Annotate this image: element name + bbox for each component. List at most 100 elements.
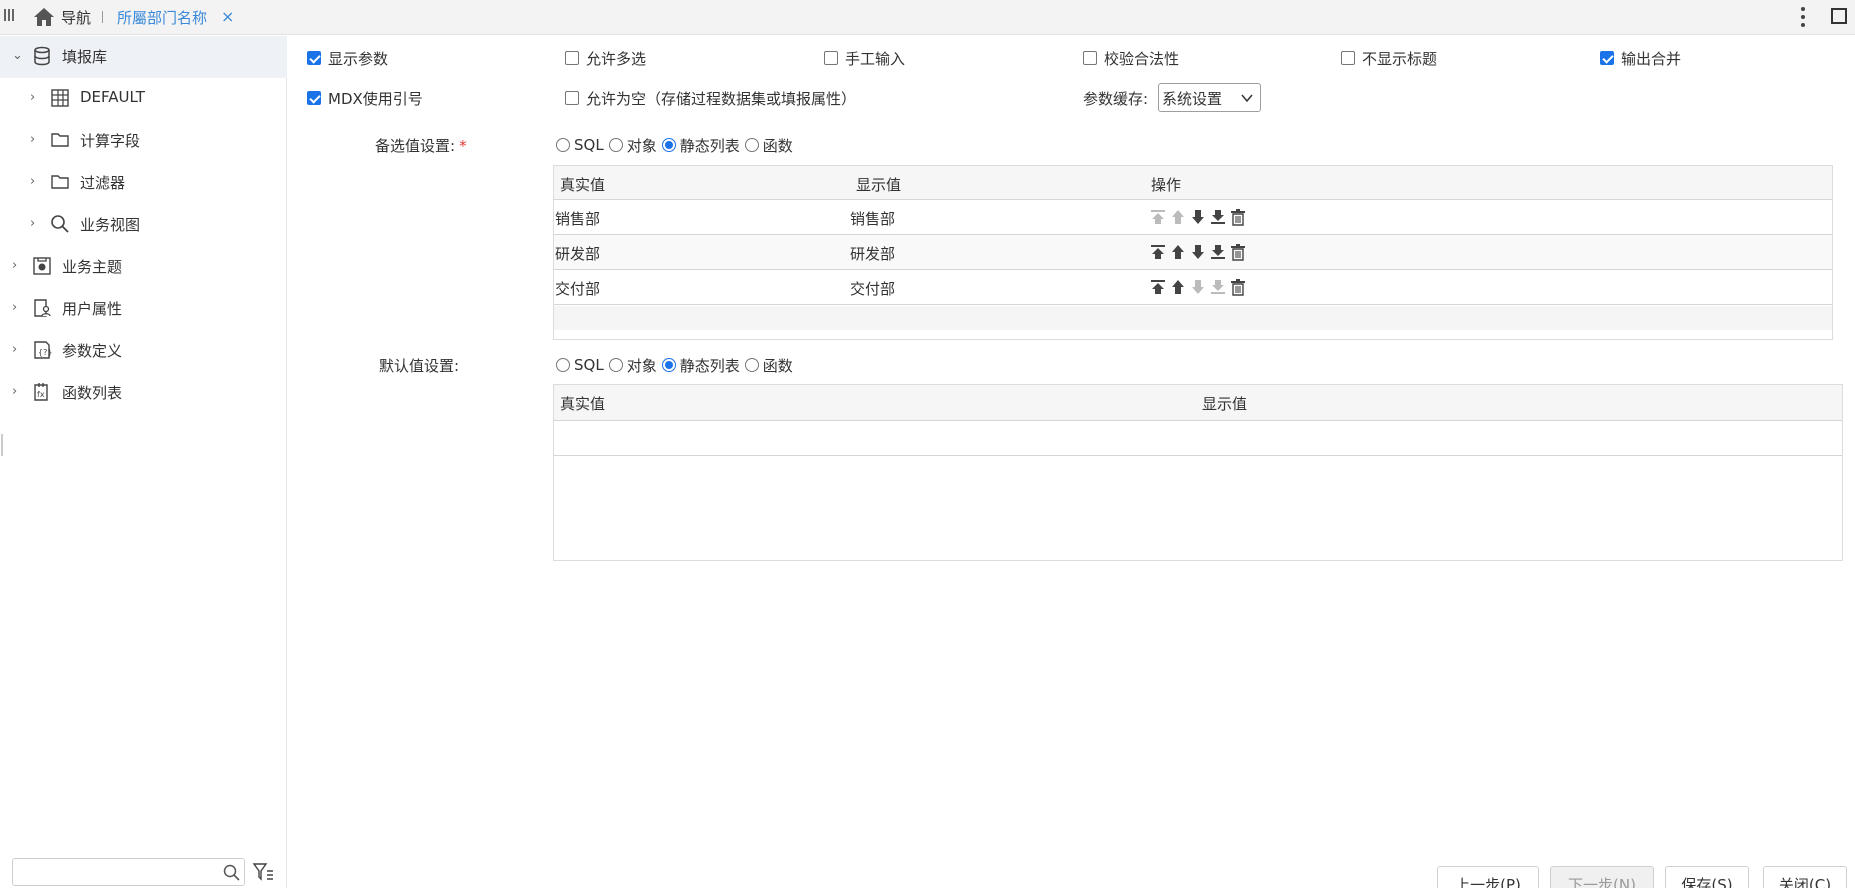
sidebar-item-parameter-definition[interactable]: › {?} 参数定义 (0, 330, 287, 372)
checkbox[interactable] (824, 51, 838, 65)
sidebar-item-business-theme[interactable]: › 业务主题 (0, 246, 287, 288)
maximize-icon[interactable] (1831, 8, 1847, 24)
previous-step-button[interactable]: 上一步(P) (1437, 866, 1539, 888)
move-top-icon[interactable] (1149, 208, 1167, 226)
radio-function[interactable]: 函数 (744, 355, 793, 376)
sidebar-item-label: 计算字段 (80, 132, 141, 150)
radio-static-list[interactable]: 静态列表 (661, 355, 740, 376)
display-value-cell[interactable]: 交付部 (850, 278, 895, 299)
move-up-icon[interactable] (1169, 243, 1187, 261)
display-value-cell[interactable]: 销售部 (850, 208, 895, 229)
next-step-button[interactable]: 下一步(N) (1550, 866, 1654, 888)
checkbox[interactable] (565, 51, 579, 65)
menu-handle-icon[interactable] (4, 9, 16, 23)
divider (102, 11, 103, 23)
move-bottom-icon[interactable] (1209, 208, 1227, 226)
mdx-quote-checkbox[interactable]: MDX使用引号 (307, 89, 423, 108)
move-down-icon[interactable] (1189, 243, 1207, 261)
radio-object[interactable]: 对象 (608, 135, 657, 156)
sidebar-item-calculated-fields[interactable]: › 计算字段 (0, 120, 287, 162)
table-add-row[interactable] (554, 306, 1832, 330)
delete-icon[interactable] (1229, 243, 1247, 261)
radio[interactable] (661, 138, 676, 152)
search-icon[interactable] (223, 864, 240, 881)
table-row[interactable]: 交付部 交付部 (554, 270, 1832, 305)
real-value-cell[interactable]: 研发部 (555, 243, 600, 264)
filter-icon[interactable] (252, 861, 274, 883)
sidebar-item-function-list[interactable]: › fx 函数列表 (0, 372, 287, 414)
radio-label: 对象 (626, 136, 657, 155)
chevron-right-icon[interactable]: › (12, 259, 24, 273)
move-top-icon[interactable] (1149, 243, 1167, 261)
radio[interactable] (608, 358, 623, 372)
radio-function[interactable]: 函数 (744, 135, 793, 156)
show-param-checkbox[interactable]: 显示参数 (307, 49, 388, 68)
move-down-icon[interactable] (1189, 278, 1207, 296)
validate-checkbox[interactable]: 校验合法性 (1083, 49, 1179, 68)
home-icon[interactable] (32, 6, 56, 28)
chevron-right-icon[interactable]: › (30, 175, 42, 189)
radio[interactable] (661, 358, 676, 372)
save-button[interactable]: 保存(S) (1665, 866, 1749, 888)
sidebar-item-business-view[interactable]: › 业务视图 (0, 204, 287, 246)
checkbox[interactable] (1341, 51, 1355, 65)
radio-sql[interactable]: SQL (556, 136, 604, 154)
display-value-cell[interactable]: 研发部 (850, 243, 895, 264)
radio[interactable] (744, 138, 759, 152)
move-up-icon[interactable] (1169, 208, 1187, 226)
table-row[interactable] (554, 421, 1842, 456)
table-row[interactable]: 销售部 销售部 (554, 200, 1832, 235)
chevron-right-icon[interactable]: › (12, 343, 24, 357)
radio-object[interactable]: 对象 (608, 355, 657, 376)
move-bottom-icon[interactable] (1209, 278, 1227, 296)
close-button[interactable]: 关闭(C) (1763, 866, 1847, 888)
sidebar-item-filters[interactable]: › 过滤器 (0, 162, 287, 204)
merge-output-checkbox[interactable]: 输出合并 (1600, 49, 1681, 68)
checkbox[interactable] (565, 91, 579, 105)
column-header: 真实值 (560, 395, 606, 413)
radio[interactable] (556, 138, 570, 152)
move-bottom-icon[interactable] (1209, 243, 1227, 261)
radio-static-list[interactable]: 静态列表 (661, 135, 740, 156)
checkbox[interactable] (307, 91, 321, 105)
param-cache-label: 参数缓存: (1083, 90, 1149, 108)
manual-input-checkbox[interactable]: 手工输入 (824, 49, 906, 68)
param-cache-select[interactable]: 系统设置 (1158, 83, 1261, 112)
sidebar-item-default[interactable]: › DEFAULT (0, 78, 287, 120)
chevron-right-icon[interactable]: › (30, 217, 42, 231)
real-value-cell[interactable]: 销售部 (555, 208, 600, 229)
table-row[interactable]: 研发部 研发部 (554, 235, 1832, 270)
delete-icon[interactable] (1229, 278, 1247, 296)
chevron-right-icon[interactable]: › (30, 133, 42, 147)
move-top-icon[interactable] (1149, 278, 1167, 296)
chevron-right-icon[interactable]: › (12, 301, 24, 315)
checkbox-label: 手工输入 (845, 49, 906, 68)
sidebar-item-label: 填报库 (62, 48, 108, 66)
checkbox[interactable] (1083, 51, 1097, 65)
chevron-down-icon[interactable]: ⌄ (12, 49, 24, 63)
resize-handle[interactable] (1, 434, 3, 456)
real-value-cell[interactable]: 交付部 (555, 278, 600, 299)
sidebar-item-label: DEFAULT (80, 88, 145, 106)
more-options-icon[interactable] (1800, 7, 1806, 27)
move-down-icon[interactable] (1189, 208, 1207, 226)
radio[interactable] (556, 358, 570, 372)
move-up-icon[interactable] (1169, 278, 1187, 296)
allow-multi-checkbox[interactable]: 允许多选 (565, 49, 646, 68)
allow-empty-checkbox[interactable]: 允许为空（存储过程数据集或填报属性） (565, 89, 856, 108)
tab-department-name[interactable]: 所屬部门名称 (117, 7, 207, 28)
close-icon[interactable]: × (221, 8, 234, 26)
radio[interactable] (608, 138, 623, 152)
sidebar-item-user-attributes[interactable]: › 用户属性 (0, 288, 287, 330)
nav-label[interactable]: 导航 (61, 7, 91, 28)
checkbox[interactable] (1600, 51, 1614, 65)
chevron-right-icon[interactable]: › (12, 385, 24, 399)
delete-icon[interactable] (1229, 208, 1247, 226)
chevron-right-icon[interactable]: › (30, 91, 42, 105)
hide-title-checkbox[interactable]: 不显示标题 (1341, 49, 1437, 68)
radio[interactable] (744, 358, 759, 372)
sidebar-item-fill-library[interactable]: ⌄ 填报库 (0, 36, 287, 78)
sidebar-search-input[interactable] (12, 858, 245, 886)
radio-sql[interactable]: SQL (556, 356, 604, 374)
checkbox[interactable] (307, 51, 321, 65)
